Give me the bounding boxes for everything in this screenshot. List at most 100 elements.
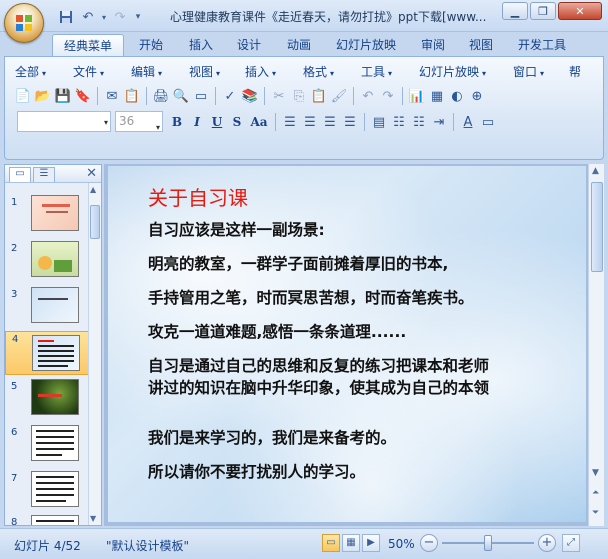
save-icon[interactable]: 💾 xyxy=(53,86,73,106)
italic-button[interactable]: I xyxy=(187,112,207,132)
tab-slideshow[interactable]: 幻灯片放映 xyxy=(330,34,402,56)
font-color-icon[interactable]: A xyxy=(458,112,478,132)
numbering-icon[interactable]: ☷ xyxy=(389,112,409,132)
format-painter-icon[interactable]: 🖌 xyxy=(329,86,349,106)
thumbnail-5[interactable]: 5 xyxy=(5,379,89,421)
slides-tab[interactable]: ▭ xyxy=(9,167,31,182)
close-icon[interactable]: ✕ xyxy=(86,166,97,181)
spelling-icon[interactable]: ✓ xyxy=(220,86,240,106)
tab-design[interactable]: 设计 xyxy=(228,34,270,56)
slide-scrollbar[interactable]: ▲ ▼ ⏶ ⏷ xyxy=(588,164,604,526)
tab-developer[interactable]: 开发工具 xyxy=(512,34,572,56)
tab-view[interactable]: 视图 xyxy=(460,34,502,56)
tab-review[interactable]: 审阅 xyxy=(412,34,454,56)
menu-view[interactable]: 视图 ▾ xyxy=(189,63,245,81)
previous-slide-icon[interactable]: ⏶ xyxy=(592,488,599,498)
table-icon[interactable]: ▦ xyxy=(427,86,447,106)
menu-format[interactable]: 格式 ▾ xyxy=(303,63,361,81)
justify-icon[interactable]: ☰ xyxy=(340,112,360,132)
tab-insert[interactable]: 插入 xyxy=(180,34,222,56)
menu-help[interactable]: 帮 xyxy=(569,63,589,81)
slide-text-line: 明亮的教室，一群学子面前摊着厚旧的书本, xyxy=(148,255,449,273)
close-button[interactable]: ✕ xyxy=(558,2,602,20)
zoom-slider-thumb[interactable] xyxy=(484,535,492,551)
slideshow-button[interactable]: ▶ xyxy=(362,534,380,552)
thumbnail-8[interactable]: 8 xyxy=(5,515,89,525)
title-bar: ↶ ▾ ↷ ▾ 心理健康教育课件《走近春天，请勿打扰》ppt下载[www... … xyxy=(0,0,608,43)
research-icon[interactable]: 📚 xyxy=(240,86,260,106)
thumbnail-7[interactable]: 7 xyxy=(5,471,89,513)
scroll-thumb[interactable] xyxy=(90,205,100,239)
copy-icon[interactable]: ⎘ xyxy=(289,86,309,106)
normal-view-button[interactable]: ▭ xyxy=(322,534,340,552)
scroll-down-icon[interactable]: ▼ xyxy=(90,514,96,523)
scroll-up-icon[interactable]: ▲ xyxy=(90,185,96,194)
menu-tools[interactable]: 工具 ▾ xyxy=(361,63,419,81)
columns-icon[interactable]: ▤ xyxy=(369,112,389,132)
thumbnail-4[interactable]: 4 xyxy=(5,331,89,375)
slide-title[interactable]: 关于自习课 xyxy=(148,182,248,211)
customize-qat-icon[interactable]: ▾ xyxy=(132,8,144,26)
zoom-out-button[interactable]: − xyxy=(420,534,438,552)
new-file-icon[interactable]: 📄 xyxy=(13,86,33,106)
font-name-field[interactable]: ▾ xyxy=(17,111,111,132)
slide-design-icon[interactable]: ▭ xyxy=(478,112,498,132)
email-icon[interactable]: ✉ xyxy=(102,86,122,106)
menu-all[interactable]: 全部 ▾ xyxy=(15,63,73,81)
restore-button[interactable]: ❐ xyxy=(530,2,556,20)
fit-to-window-button[interactable]: ⤢ xyxy=(562,534,580,552)
align-right-icon[interactable]: ☰ xyxy=(320,112,340,132)
menu-insert[interactable]: 插入 ▾ xyxy=(245,63,303,81)
slide-sorter-button[interactable]: ▦ xyxy=(342,534,360,552)
scroll-up-icon[interactable]: ▲ xyxy=(592,166,599,176)
slide-icon[interactable]: ▭ xyxy=(191,86,211,106)
shadow-button[interactable]: S xyxy=(227,112,247,132)
menu-edit[interactable]: 编辑 ▾ xyxy=(131,63,189,81)
menu-slideshow[interactable]: 幻灯片放映 ▾ xyxy=(419,63,513,81)
undo-icon[interactable]: ↶ xyxy=(358,86,378,106)
cut-icon[interactable]: ✂ xyxy=(269,86,289,106)
save-icon[interactable] xyxy=(56,8,76,26)
minimize-button[interactable]: ▁ xyxy=(502,2,528,20)
tab-animation[interactable]: 动画 xyxy=(278,34,320,56)
thumbnail-scrollbar[interactable]: ▲ ▼ xyxy=(88,183,101,525)
next-slide-icon[interactable]: ⏷ xyxy=(592,508,599,518)
thumbnail-6[interactable]: 6 xyxy=(5,425,89,467)
open-folder-icon[interactable]: 📂 xyxy=(33,86,53,106)
thumbnail-2[interactable]: 2 xyxy=(5,241,89,283)
publish-icon[interactable]: 📋 xyxy=(122,86,142,106)
paste-icon[interactable]: 📋 xyxy=(309,86,329,106)
zoom-icon[interactable]: ⊕ xyxy=(467,86,487,106)
thumbnail-3[interactable]: 3 xyxy=(5,287,89,329)
print-icon[interactable]: 🖨 xyxy=(151,86,171,106)
tab-home[interactable]: 开始 xyxy=(130,34,172,56)
scroll-down-icon[interactable]: ▼ xyxy=(592,468,599,478)
scroll-thumb[interactable] xyxy=(591,182,603,272)
color-grayscale-icon[interactable]: ◐ xyxy=(447,86,467,106)
underline-button[interactable]: U xyxy=(207,112,227,132)
menu-file[interactable]: 文件 ▾ xyxy=(73,63,131,81)
change-case-button[interactable]: Aa xyxy=(247,112,271,132)
current-slide[interactable]: 关于自习课 自习应该是这样一副场景: 明亮的教室，一群学子面前摊着厚旧的书本, … xyxy=(108,166,586,522)
bold-button[interactable]: B xyxy=(167,112,187,132)
redo-icon[interactable]: ↷ xyxy=(378,86,398,106)
undo-icon[interactable]: ↶ xyxy=(78,8,98,26)
menu-window[interactable]: 窗口 ▾ xyxy=(513,63,569,81)
dropdown-icon[interactable]: ▾ xyxy=(100,8,108,26)
zoom-in-button[interactable]: + xyxy=(538,534,556,552)
redo-icon[interactable]: ↷ xyxy=(110,8,130,26)
thumbnail-1[interactable]: 1 xyxy=(5,195,89,237)
bullets-icon[interactable]: ☷ xyxy=(409,112,429,132)
print-preview-icon[interactable]: 🔍 xyxy=(171,86,191,106)
permission-icon[interactable]: 🔖 xyxy=(73,86,93,106)
font-size-field[interactable]: 36 ▾ xyxy=(115,111,163,132)
align-left-icon[interactable]: ☰ xyxy=(280,112,300,132)
thumbnail-number: 7 xyxy=(11,473,18,484)
tab-classic-menu[interactable]: 经典菜单 xyxy=(52,34,124,56)
outline-tab[interactable]: ☰ xyxy=(33,167,55,182)
indent-icon[interactable]: ⇥ xyxy=(429,112,449,132)
align-center-icon[interactable]: ☰ xyxy=(300,112,320,132)
office-logo-icon xyxy=(16,15,32,31)
chart-icon[interactable]: 📊 xyxy=(407,86,427,106)
office-button[interactable] xyxy=(4,3,44,43)
